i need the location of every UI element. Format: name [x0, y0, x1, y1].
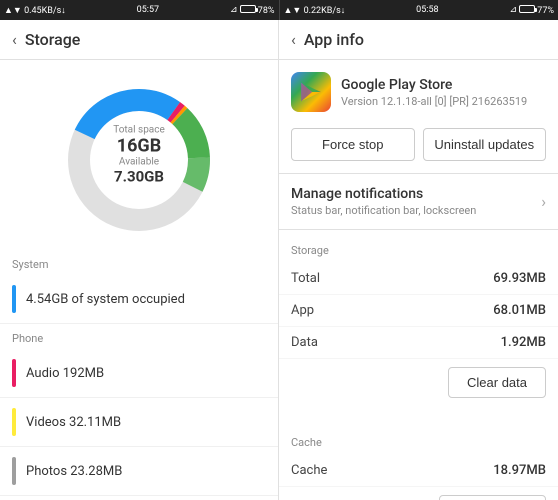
donut-total-label: Total space — [113, 125, 165, 136]
cache-section: Cache Cache 18.97MB Clear cache — [279, 422, 558, 500]
donut-available-label: Available — [113, 157, 165, 168]
storage-section-label: Storage — [279, 238, 558, 263]
clear-cache-row: Clear cache — [279, 487, 558, 500]
data-speed-left: 0.45KB/s↓ — [24, 6, 66, 16]
cache-label: Cache — [291, 463, 327, 478]
cache-row: Cache 18.97MB — [279, 455, 558, 487]
donut-center-text: Total space 16GB Available 7.30GB — [113, 125, 165, 186]
audio-color-bar — [12, 359, 16, 387]
videos-item: Videos 32.11MB — [0, 398, 278, 447]
storage-total-row: Total 69.93MB — [279, 263, 558, 295]
wifi-icon-left: ⊿ — [230, 5, 238, 15]
donut-total-value: 16GB — [113, 136, 165, 157]
app-info-text: Google Play Store Version 12.1.18-all [0… — [341, 77, 527, 108]
left-panel: ‹ Storage Total space 16GB — [0, 20, 279, 500]
photos-color-bar — [12, 457, 16, 485]
system-color-bar — [12, 285, 16, 313]
manage-notif-subtitle: Status bar, notification bar, lockscreen — [291, 204, 476, 217]
chevron-right-icon: › — [541, 192, 546, 211]
cache-value: 18.97MB — [493, 463, 546, 478]
storage-total-label: Total — [291, 271, 320, 286]
clear-data-row: Clear data — [279, 359, 558, 406]
system-item-text: 4.54GB of system occupied — [26, 292, 185, 307]
storage-data-label: Data — [291, 335, 318, 350]
storage-total-value: 69.93MB — [493, 271, 546, 286]
manage-notifications[interactable]: Manage notifications Status bar, notific… — [279, 173, 558, 230]
photos-item-text: Photos 23.28MB — [26, 464, 122, 479]
app-name: Google Play Store — [341, 77, 527, 93]
right-panel: ‹ App info — [279, 20, 558, 500]
wifi-icon-right: ⊿ — [510, 5, 518, 15]
app-version: Version 12.1.18-all [0] [PR] 216263519 — [341, 95, 527, 108]
battery-right: 77% — [519, 5, 554, 16]
action-buttons: Force stop Uninstall updates — [279, 124, 558, 173]
app-info-header: ‹ App info — [279, 20, 558, 60]
time-left: 05:57 — [137, 5, 159, 15]
cache-section-label: Cache — [279, 430, 558, 455]
app-icon — [291, 72, 331, 112]
play-store-icon-svg — [298, 79, 324, 105]
storage-data-value: 1.92MB — [501, 335, 546, 350]
battery-left: 78% — [240, 5, 275, 16]
storage-app-label: App — [291, 303, 314, 318]
force-stop-button[interactable]: Force stop — [291, 128, 415, 161]
time-right: 05:58 — [416, 5, 438, 15]
audio-item: Audio 192MB — [0, 349, 278, 398]
back-arrow-right[interactable]: ‹ — [291, 30, 296, 49]
right-panel-title: App info — [304, 30, 364, 49]
storage-app-row: App 68.01MB — [279, 295, 558, 327]
phone-section-label: Phone — [0, 324, 278, 349]
uninstall-updates-button[interactable]: Uninstall updates — [423, 128, 547, 161]
storage-data-row: Data 1.92MB — [279, 327, 558, 359]
clear-cache-button[interactable]: Clear cache — [439, 495, 546, 500]
status-bars: ▲▼ 0.45KB/s↓ 05:57 ⊿ 78% ▲▼ 0.22KB/s↓ 05… — [0, 0, 558, 20]
manage-notif-title: Manage notifications — [291, 186, 476, 202]
app-icon-area: Google Play Store Version 12.1.18-all [0… — [279, 60, 558, 124]
storage-section: Storage Total 69.93MB App 68.01MB Data 1… — [279, 230, 558, 414]
back-arrow-left[interactable]: ‹ — [12, 30, 17, 49]
videos-item-text: Videos 32.11MB — [26, 415, 121, 430]
signal-right: ▲▼ 0.22KB/s↓ — [284, 5, 346, 16]
status-icons-left: ⊿ 78% — [230, 5, 275, 16]
left-panel-header: ‹ Storage — [0, 20, 278, 60]
status-bar-left: ▲▼ 0.45KB/s↓ 05:57 ⊿ 78% — [0, 0, 279, 20]
main-content: ‹ Storage Total space 16GB — [0, 20, 558, 500]
videos-color-bar — [12, 408, 16, 436]
system-section-label: System — [0, 250, 278, 275]
data-speed-right: 0.22KB/s↓ — [304, 6, 346, 16]
status-bar-right: ▲▼ 0.22KB/s↓ 05:58 ⊿ 77% — [279, 0, 558, 20]
left-panel-title: Storage — [25, 30, 81, 49]
signal-left: ▲▼ 0.45KB/s↓ — [4, 5, 66, 16]
clear-data-button[interactable]: Clear data — [448, 367, 546, 398]
battery-pct-left: 78% — [258, 6, 275, 16]
system-item: 4.54GB of system occupied — [0, 275, 278, 324]
storage-app-value: 68.01MB — [493, 303, 546, 318]
audio-item-text: Audio 192MB — [26, 366, 104, 381]
photos-item: Photos 23.28MB — [0, 447, 278, 496]
manage-notif-text: Manage notifications Status bar, notific… — [291, 186, 476, 217]
donut-available-value: 7.30GB — [113, 168, 165, 186]
donut-chart-container: Total space 16GB Available 7.30GB — [0, 60, 278, 250]
status-icons-right: ⊿ 77% — [510, 5, 555, 16]
battery-pct-right: 77% — [537, 6, 554, 16]
